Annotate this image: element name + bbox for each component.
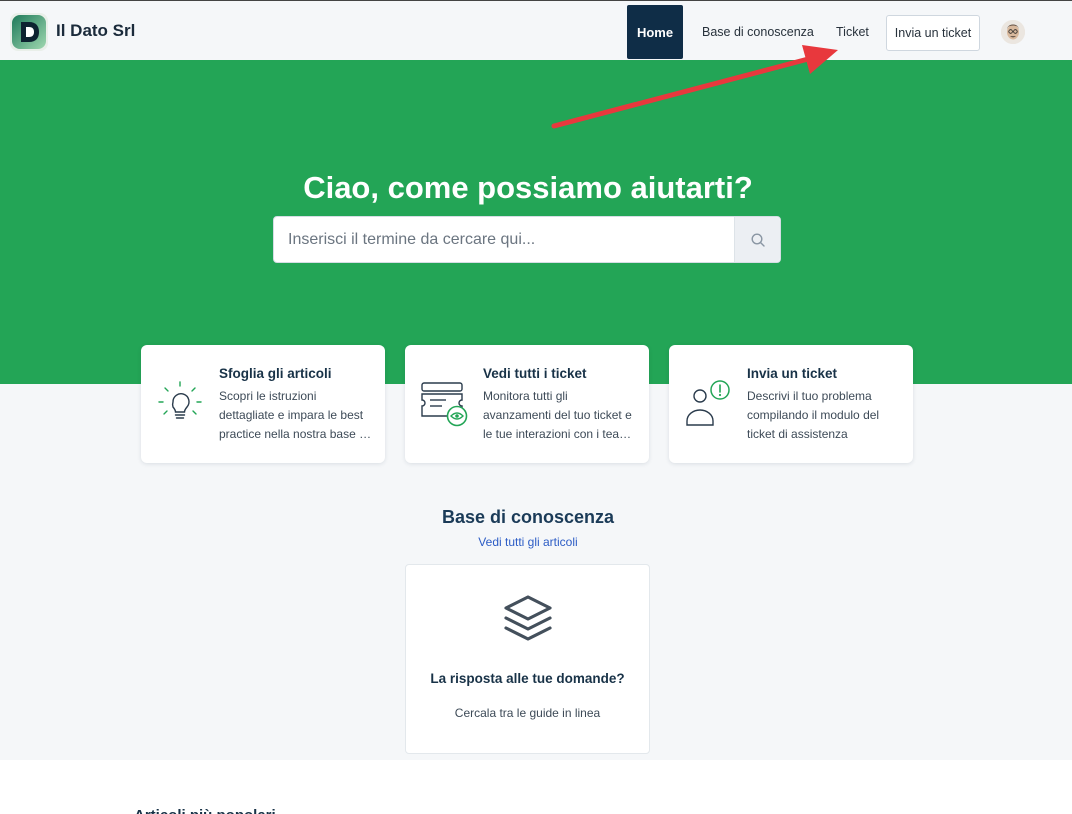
user-avatar[interactable]	[1001, 20, 1025, 44]
company-name[interactable]: Il Dato Srl	[56, 21, 135, 41]
card-description: Monitora tutti gli avanzamenti del tuo t…	[483, 389, 632, 441]
tickets-view-icon	[420, 380, 468, 428]
card-description: Scopri le istruzioni dettagliate e impar…	[219, 389, 372, 441]
card-title: Sfoglia gli articoli	[219, 366, 332, 381]
hero-title: Ciao, come possiamo aiutarti?	[303, 170, 753, 205]
header: Il Dato Srl Home Base di conoscenza Tick…	[0, 1, 1072, 60]
search-input[interactable]	[274, 217, 734, 262]
layers-icon	[500, 593, 556, 645]
nav-ticket[interactable]: Ticket	[836, 25, 869, 39]
knowledge-base-category-card[interactable]: La risposta alle tue domande? Cercala tr…	[405, 564, 650, 754]
category-title: La risposta alle tue domande?	[430, 671, 625, 686]
lightbulb-icon	[156, 380, 204, 428]
submit-ticket-button[interactable]: Invia un ticket	[886, 15, 980, 51]
search-icon	[750, 232, 765, 247]
card-title: Invia un ticket	[747, 366, 838, 381]
view-all-articles-link[interactable]: Vedi tutti gli articoli	[0, 535, 1056, 549]
browse-articles-card[interactable]: Sfoglia gli articoli Scopri le istruzion…	[141, 345, 385, 463]
view-tickets-card[interactable]: Vedi tutti i ticket Monitora tutti gli a…	[405, 345, 649, 463]
nav-knowledge-base[interactable]: Base di conoscenza	[702, 25, 814, 39]
card-description: Descrivi il tuo problema compilando il m…	[747, 389, 880, 441]
popular-articles-heading: Articoli più popolari	[134, 806, 276, 814]
search-bar	[273, 216, 781, 263]
avatar-face-icon	[1001, 20, 1025, 44]
knowledge-base-title: Base di conoscenza	[441, 507, 615, 527]
category-description: Cercala tra le guide in linea	[454, 706, 601, 720]
company-logo[interactable]	[10, 13, 48, 51]
annotation-arrow-icon	[551, 45, 838, 129]
user-alert-icon	[684, 380, 732, 428]
search-button[interactable]	[734, 217, 780, 262]
submit-ticket-card[interactable]: Invia un ticket Descrivi il tuo problema…	[669, 345, 913, 463]
logo-d-icon	[12, 15, 46, 49]
card-title: Vedi tutti i ticket	[483, 366, 587, 381]
